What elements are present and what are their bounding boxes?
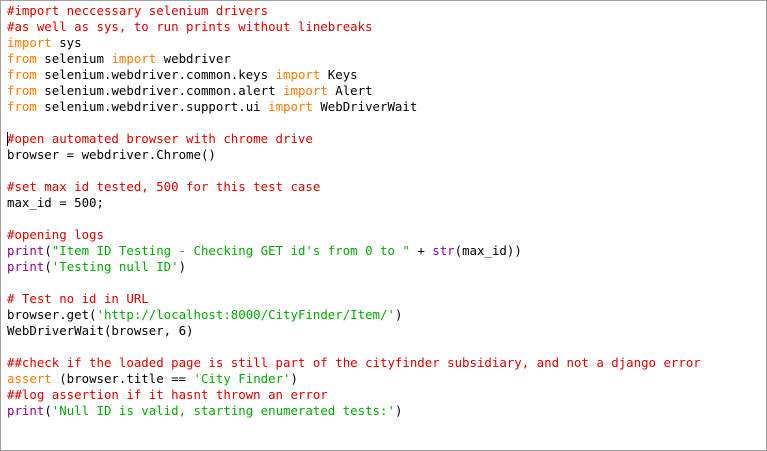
string-token: 'Testing null ID' [51, 259, 179, 274]
builtin-token: print [7, 403, 45, 418]
code-line[interactable]: from selenium.webdriver.common.alert imp… [7, 83, 701, 99]
keyword-token: from [7, 83, 37, 98]
comment-token: #import neccessary selenium drivers [7, 3, 269, 18]
string-token: 'Null ID is valid, starting enumerated t… [51, 403, 395, 418]
code-line[interactable]: from selenium.webdriver.common.keys impo… [7, 67, 701, 83]
code-line[interactable]: assert (browser.title == 'City Finder') [7, 371, 701, 387]
comment-token: ##check if the loaded page is still part… [7, 355, 701, 370]
keyword-token: from [7, 67, 37, 82]
code-token: sys [51, 35, 82, 50]
blank-line[interactable]: ​ [7, 211, 701, 227]
code-editor[interactable]: #import neccessary selenium drivers #as w… [0, 0, 767, 451]
code-line[interactable]: #import neccessary selenium drivers [7, 3, 701, 19]
code-line[interactable]: ##log assertion if it hasnt thrown an er… [7, 387, 701, 403]
builtin-token: print [7, 243, 45, 258]
code-line[interactable]: print('Null ID is valid, starting enumer… [7, 403, 701, 419]
code-line[interactable]: WebDriverWait(browser, 6) [7, 323, 701, 339]
keyword-token: import [283, 83, 328, 98]
comment-token: #opening logs [7, 227, 104, 242]
code-token: selenium.webdriver.common.keys [36, 67, 276, 82]
code-token: WebDriverWait(browser, 6) [7, 323, 194, 338]
blank-line[interactable]: ​ [7, 115, 701, 131]
keyword-token: from [7, 51, 37, 66]
code-token: ( [44, 259, 52, 274]
keyword-token: import [7, 35, 52, 50]
keyword-token: import [111, 51, 157, 66]
string-token: 'http://localhost:8000/CityFinder/Item/' [96, 307, 395, 322]
comment-token: #set max id tested, 500 for this test ca… [7, 179, 321, 194]
keyword-token: assert [7, 371, 52, 386]
code-line[interactable]: from selenium import webdriver [7, 51, 701, 67]
keyword-token: from [7, 99, 37, 114]
code-token: max_id = 500; [7, 195, 104, 210]
code-text-area[interactable]: #import neccessary selenium drivers #as w… [7, 3, 701, 419]
code-token: selenium [36, 51, 112, 66]
code-token: webdriver [156, 51, 231, 66]
comment-token: ##log assertion if it hasnt thrown an er… [7, 387, 328, 402]
blank-line[interactable]: ​ [7, 163, 701, 179]
code-token: ) [394, 307, 403, 322]
blank-line[interactable]: ​ [7, 339, 701, 355]
code-token: ( [44, 403, 52, 418]
blank-line[interactable]: ​ [7, 275, 701, 291]
builtin-token: str [432, 243, 455, 258]
code-token: selenium.webdriver.common.alert [36, 83, 284, 98]
code-line[interactable]: #open automated browser with chrome driv… [7, 131, 701, 147]
code-line[interactable]: from selenium.webdriver.support.ui impor… [7, 99, 701, 115]
code-token: ) [290, 371, 298, 386]
comment-token: #as well as sys, to run prints without l… [7, 19, 373, 34]
code-token: WebDriverWait [312, 99, 418, 114]
code-line[interactable]: print('Testing null ID') [7, 259, 701, 275]
code-token: ) [394, 403, 403, 418]
code-token: ( [44, 243, 52, 258]
keyword-token: import [275, 67, 321, 82]
code-line[interactable]: print("Item ID Testing - Checking GET id… [7, 243, 701, 259]
code-token: + [409, 243, 433, 258]
code-line[interactable]: import sys [7, 35, 701, 51]
code-line[interactable]: #as well as sys, to run prints without l… [7, 19, 701, 35]
code-token: (max_id)) [454, 243, 522, 258]
code-token: browser.get( [7, 307, 97, 322]
string-token: 'City Finder' [193, 371, 291, 386]
code-line[interactable]: # Test no id in URL [7, 291, 701, 307]
code-line[interactable]: #set max id tested, 500 for this test ca… [7, 179, 701, 195]
string-token: "Item ID Testing - Checking GET id's fro… [51, 243, 410, 258]
comment-token: # Test no id in URL [7, 291, 149, 306]
code-token: Keys [320, 67, 358, 82]
code-token: selenium.webdriver.support.ui [36, 99, 269, 114]
code-line[interactable]: browser.get('http://localhost:8000/CityF… [7, 307, 701, 323]
code-line[interactable]: browser = webdriver.Chrome() [7, 147, 701, 163]
code-line[interactable]: max_id = 500; [7, 195, 701, 211]
keyword-token: import [268, 99, 313, 114]
code-token: browser = webdriver.Chrome() [7, 147, 216, 162]
text-cursor [7, 132, 8, 146]
code-token: ) [178, 259, 187, 274]
code-line[interactable]: #opening logs [7, 227, 701, 243]
code-token: Alert [327, 83, 373, 98]
builtin-token: print [7, 259, 45, 274]
code-line[interactable]: ##check if the loaded page is still part… [7, 355, 701, 371]
comment-token: #open automated browser with chrome driv… [7, 131, 313, 146]
code-token: (browser.title == [51, 371, 194, 386]
